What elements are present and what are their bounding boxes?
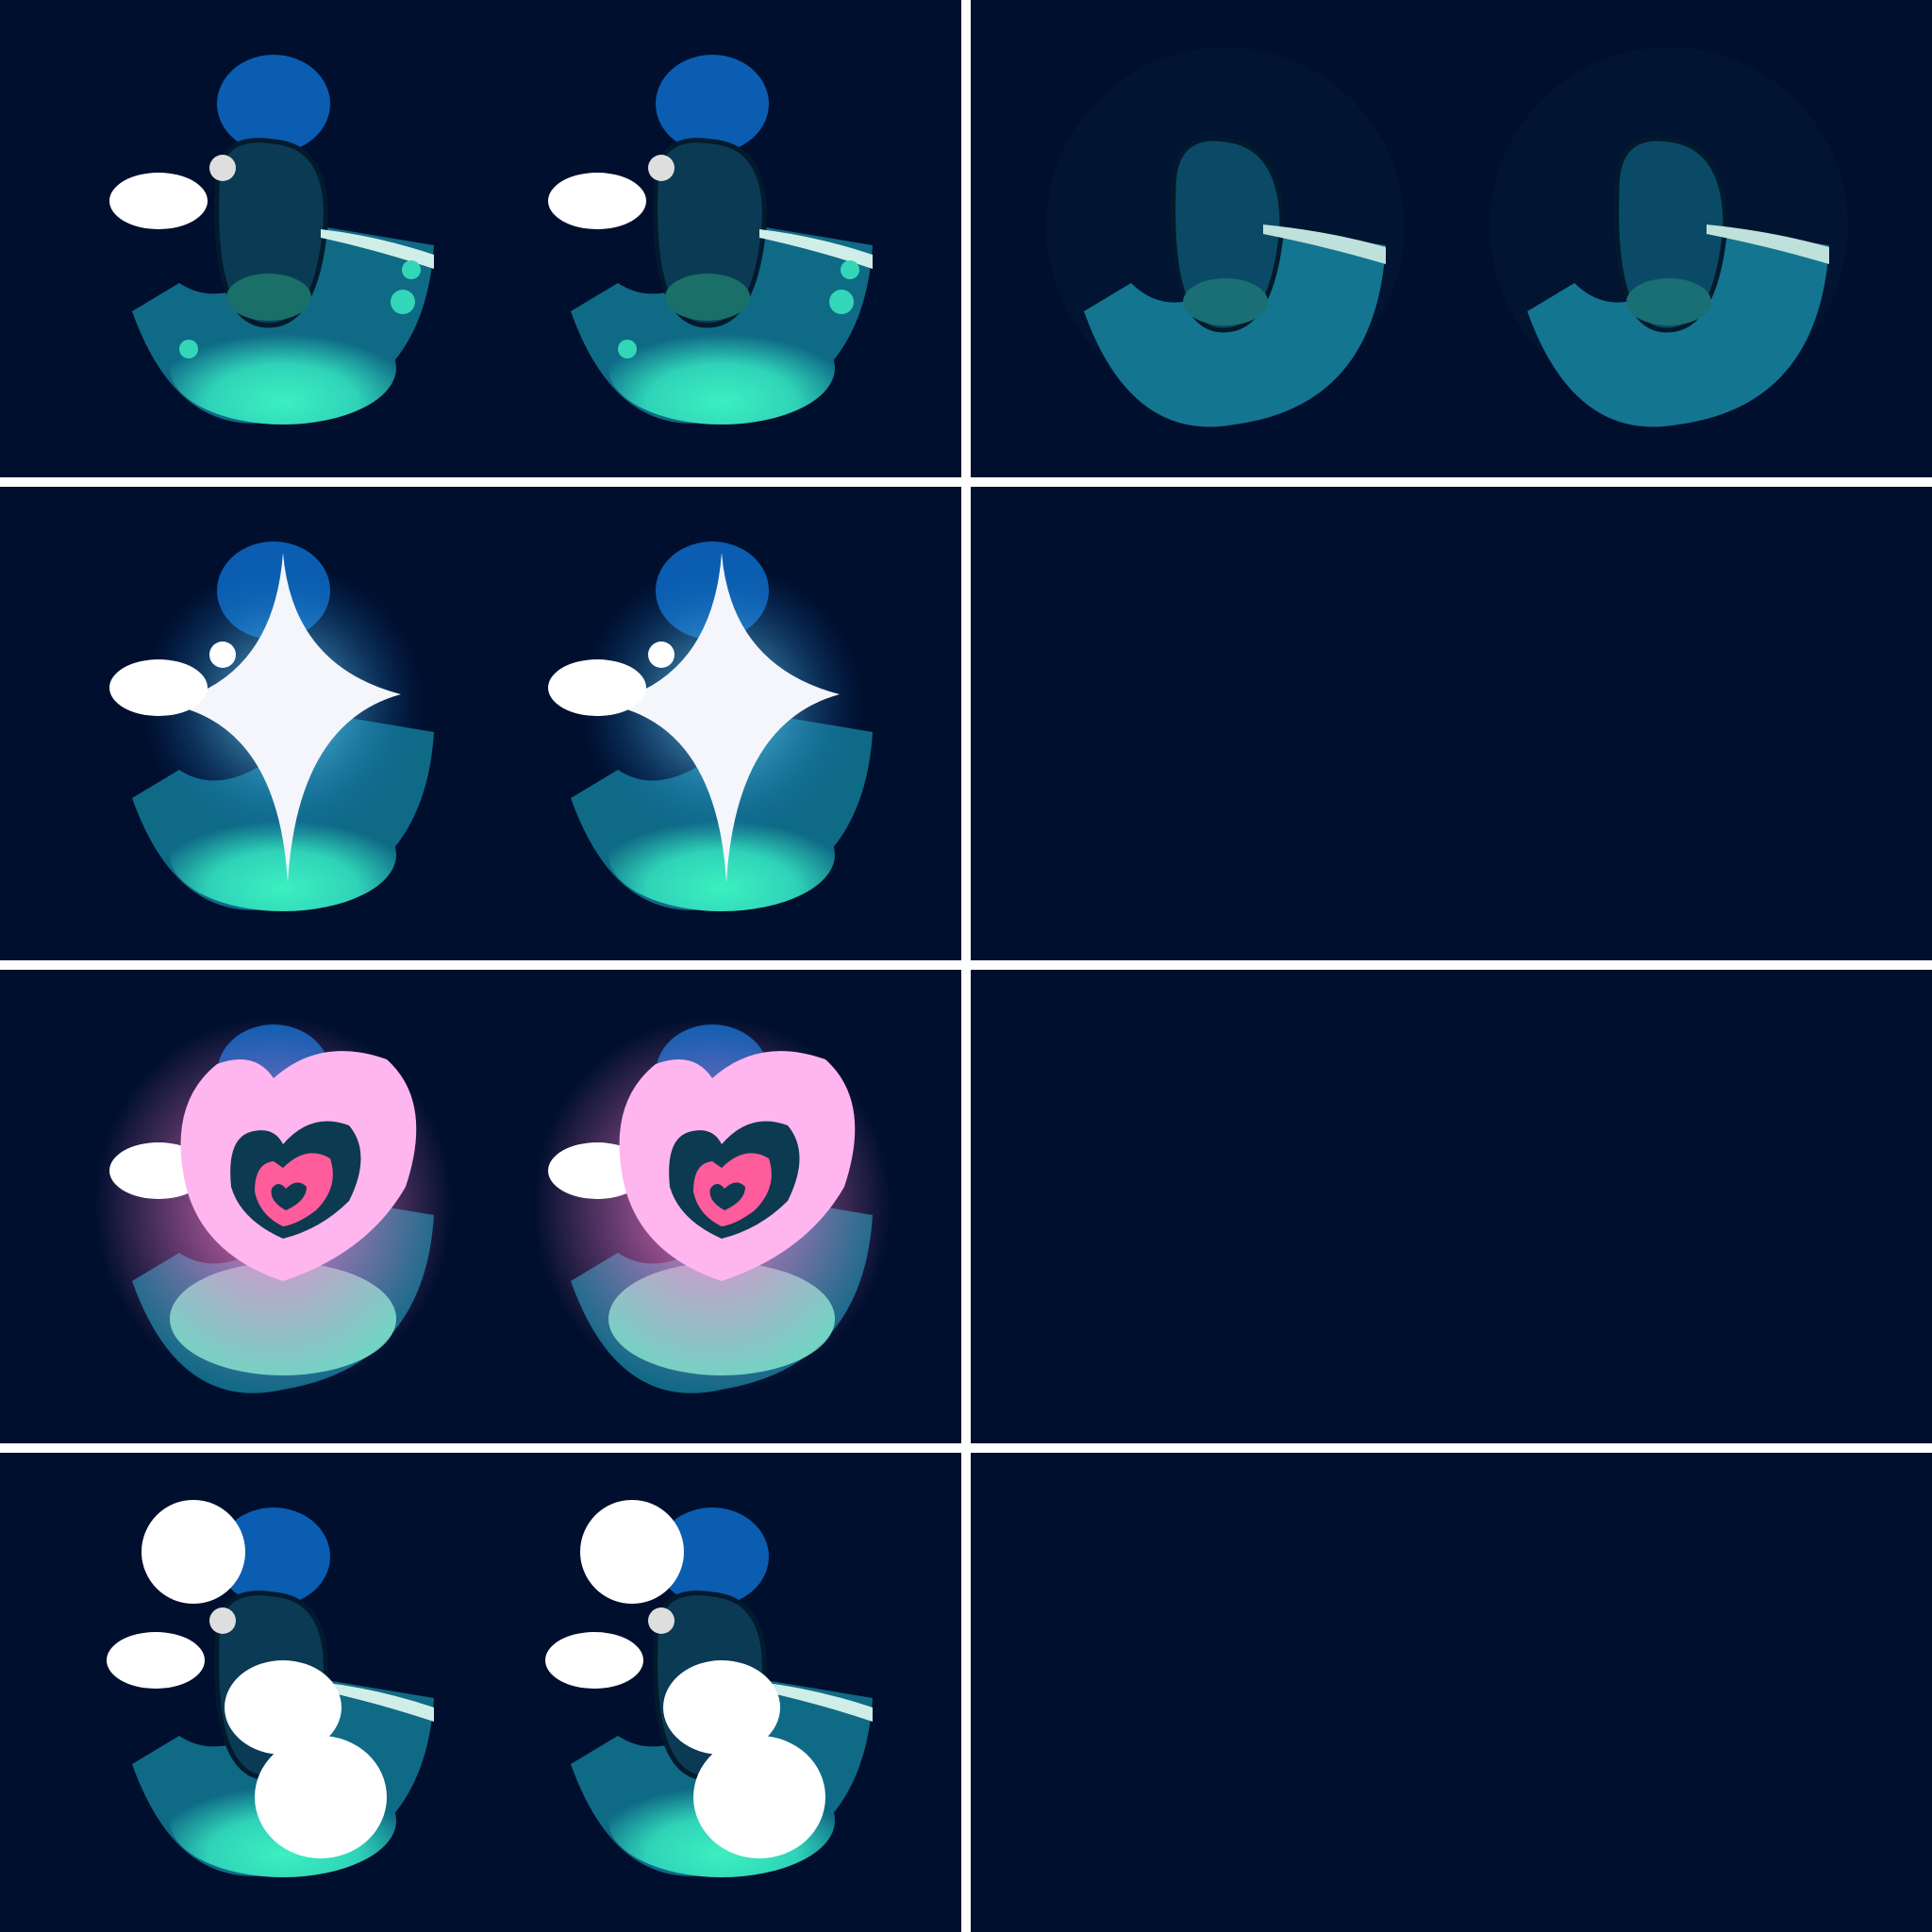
heart-eye-right: [533, 1017, 891, 1394]
panel-normal-eyes: [0, 0, 961, 477]
sparkle-eyes-art: [109, 541, 873, 911]
big-shine-eyes-art: [107, 1500, 873, 1877]
shine-bottom: [255, 1736, 387, 1858]
dim-eye-right: [1490, 47, 1848, 427]
eye-left: [109, 55, 434, 425]
panel-empty-1: [971, 487, 1932, 960]
sparkle-eye-right: [548, 541, 873, 911]
eye-right: [548, 55, 873, 425]
eye-sprite-sheet: [0, 0, 1932, 1932]
dim-eye-left: [1046, 47, 1405, 427]
pupil-glow: [226, 274, 311, 321]
normal-eyes-art: [109, 55, 873, 425]
panel-sparkle-eyes: [0, 487, 961, 960]
panel-dim-eyes: [971, 0, 1932, 477]
iris-glow: [170, 311, 396, 425]
panel-heart-eyes: [0, 970, 961, 1443]
shine-eye-left: [107, 1500, 434, 1877]
sparkle-eye-left: [109, 541, 434, 911]
shine-top: [142, 1500, 245, 1604]
highlight-small: [209, 155, 236, 181]
shine-eye-right: [545, 1500, 873, 1877]
heart-eye-left: [94, 1017, 453, 1394]
heart-eyes-art: [94, 1017, 891, 1394]
panel-empty-3: [971, 1453, 1932, 1932]
highlight-large: [109, 173, 208, 229]
top-blue-blob: [217, 55, 330, 153]
panel-empty-2: [971, 970, 1932, 1443]
dim-eyes-art: [1046, 47, 1848, 427]
panel-big-shine-eyes: [0, 1453, 961, 1932]
